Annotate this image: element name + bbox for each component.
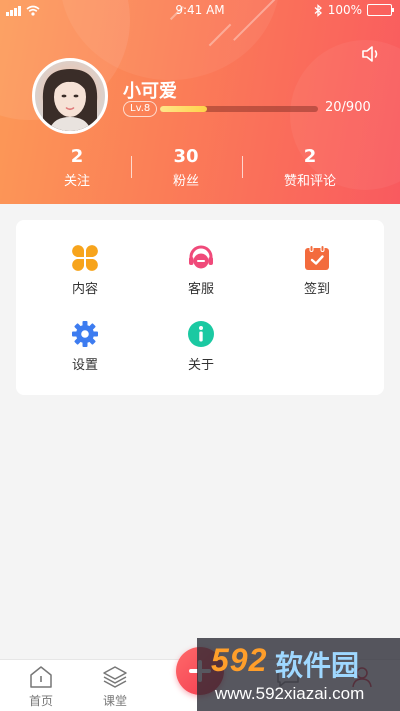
level-badge: Lv.8 [123,101,158,117]
menu-item-settings[interactable]: 设置 [45,320,125,373]
watermark-overlay: 592 软件园 www.592xiazai.com [197,638,400,711]
stat-value: 2 [70,146,84,167]
bluetooth-icon [314,3,322,17]
watermark-name: 软件园 [275,649,360,682]
menu-item-about[interactable]: 关于 [161,320,241,373]
speaker-icon[interactable] [360,42,384,66]
stat-label: 关注 [63,174,90,189]
calendar-icon [305,245,329,270]
stat-label: 粉丝 [172,174,199,189]
battery-percent: 100% [327,3,362,17]
status-bar: 9:41 AM 100% [0,0,400,24]
info-icon [188,321,214,347]
menu-item-label: 签到 [303,282,330,297]
headset-icon [189,245,213,269]
exp-progress-fill [160,106,208,112]
stat-divider [242,156,243,178]
gear-icon [72,321,98,347]
tab-label: 首页 [28,694,53,708]
layers-icon [103,666,127,688]
watermark-url: www.592xiazai.com [215,684,365,703]
grid-icon [72,245,98,271]
status-right: 100% [314,3,394,17]
stat-value: 30 [173,146,199,167]
menu-item-content[interactable]: 内容 [45,244,125,297]
menu-item-label: 客服 [187,282,214,297]
tab-label: 课堂 [102,694,127,708]
stat-likes-comments[interactable]: 2 赞和评论 [255,146,365,189]
stat-label: 赞和评论 [283,174,336,189]
stat-following[interactable]: 2 关注 [22,146,132,189]
home-icon [30,666,52,688]
menu-item-service[interactable]: 客服 [161,244,241,297]
avatar[interactable] [32,58,108,134]
tab-classroom[interactable]: 课堂 [85,665,145,709]
stat-followers[interactable]: 30 粉丝 [131,146,241,189]
menu-item-checkin[interactable]: 签到 [277,244,357,297]
menu-item-label: 关于 [187,358,214,373]
battery-icon [367,4,394,16]
menu-item-label: 设置 [71,358,98,373]
menu-item-label: 内容 [71,282,98,297]
avatar-portrait [42,69,98,131]
username: 小可爱 [123,81,177,102]
watermark-logo: 592 [211,642,268,678]
exp-progress-bar [160,106,318,112]
stat-value: 2 [303,146,317,167]
tab-home[interactable]: 首页 [11,665,71,709]
profile-header: 9:41 AM 100% 小可爱 Lv.8 20/900 2 关注 30 粉丝 … [0,0,400,204]
exp-progress-text: 20/900 [325,100,371,115]
menu-card: 内容 客服 签到 设置 关于 [16,220,384,395]
